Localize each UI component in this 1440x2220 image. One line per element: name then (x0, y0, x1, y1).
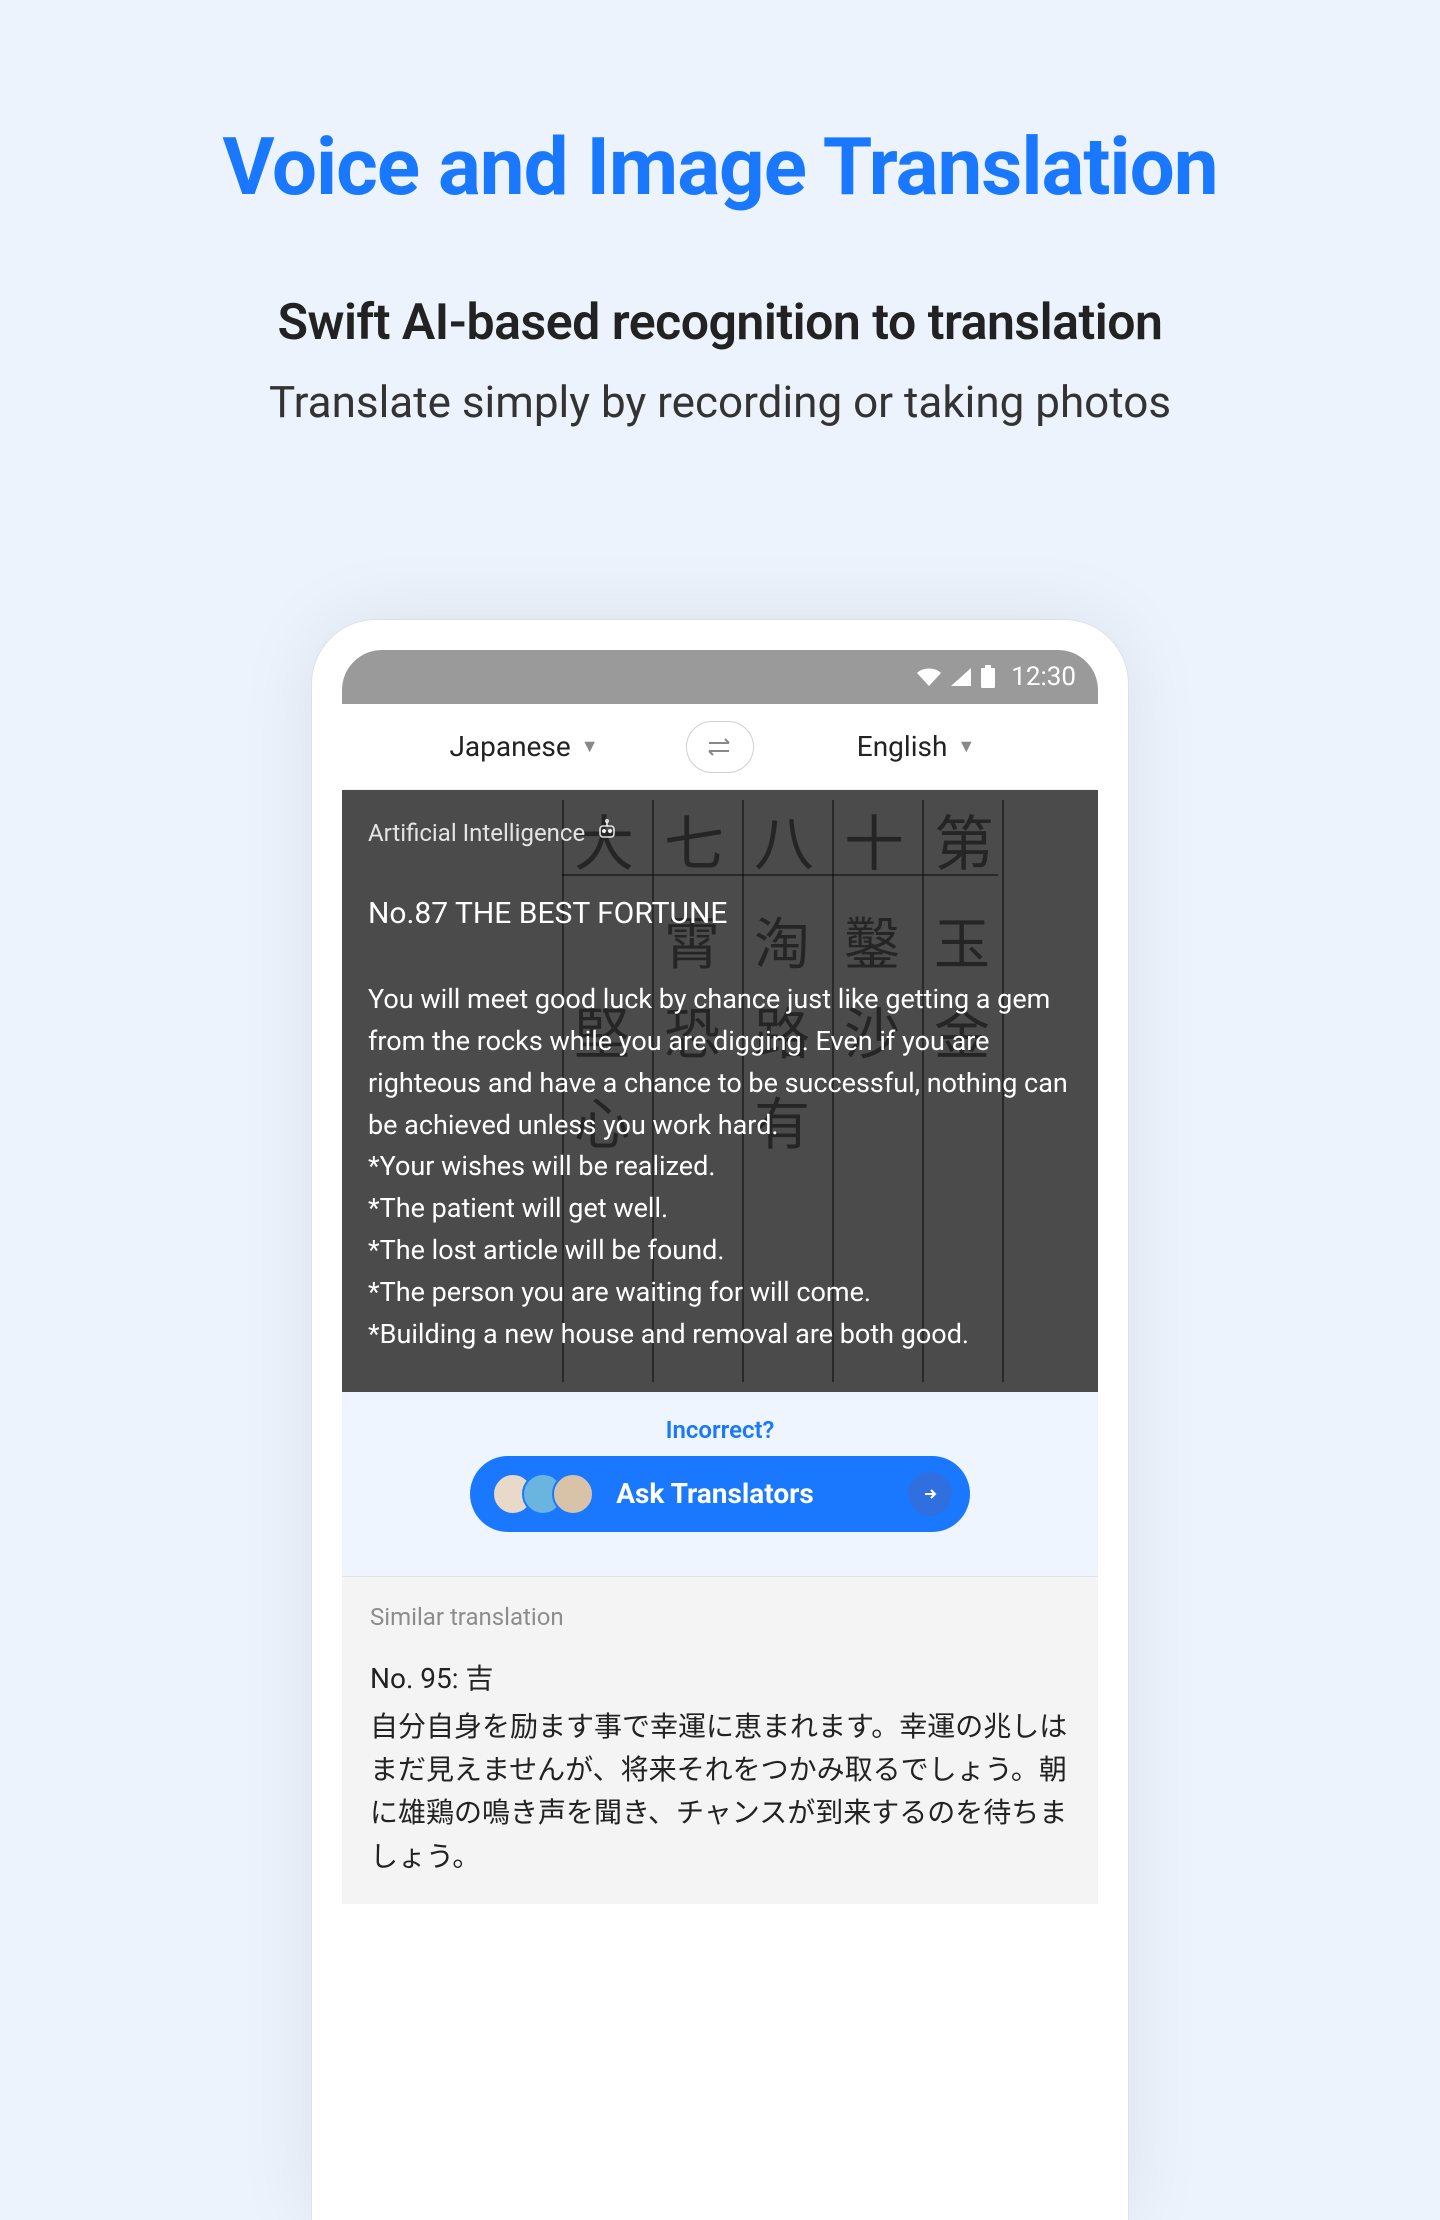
translator-avatars (492, 1473, 594, 1515)
similar-translation-section: Similar translation No. 95: 吉 自分自身を励ます事で… (342, 1576, 1098, 1905)
target-language-label: English (857, 730, 948, 763)
promo-subhead: Swift AI-based recognition to translatio… (0, 294, 1440, 352)
avatar (552, 1473, 594, 1515)
source-language-selector[interactable]: Japanese ▼ (362, 730, 686, 763)
similar-item-body: 自分自身を励ます事で幸運に恵まれます。幸運の兆しはまだ見えませんが、将来それをつ… (370, 1705, 1070, 1879)
ask-translators-label: Ask Translators (616, 1477, 814, 1510)
promo-title: Voice and Image Translation (0, 120, 1440, 214)
swap-icon (705, 736, 735, 758)
similar-item-title: No. 95: 吉 (370, 1657, 1070, 1697)
feedback-bar: Incorrect? Ask Translators (342, 1392, 1098, 1576)
swap-languages-button[interactable] (686, 721, 754, 773)
source-language-label: Japanese (449, 730, 570, 763)
status-time: 12:30 (1011, 662, 1076, 692)
robot-icon (595, 818, 619, 848)
wifi-icon (915, 666, 943, 688)
cellular-icon (949, 666, 973, 688)
status-bar: 12:30 (342, 650, 1098, 704)
battery-icon (979, 665, 997, 689)
translation-result-card: 第 十 八 七 大 玉 鑿 金 沙 淘 路 有 恐 霄 心 堅 (342, 790, 1098, 1392)
target-language-selector[interactable]: English ▼ (754, 730, 1078, 763)
arrow-right-icon (908, 1472, 952, 1516)
result-body: You will meet good luck by chance just l… (368, 979, 1072, 1356)
similar-section-label: Similar translation (370, 1603, 1070, 1631)
result-title: No.87 THE BEST FORTUNE (368, 896, 1072, 931)
ask-translators-button[interactable]: Ask Translators (470, 1456, 970, 1532)
caret-down-icon: ▼ (581, 736, 599, 757)
ai-label: Artificial Intelligence (368, 819, 585, 847)
incorrect-link[interactable]: Incorrect? (342, 1416, 1098, 1444)
language-bar: Japanese ▼ English ▼ (342, 704, 1098, 790)
promo-subhead2: Translate simply by recording or taking … (0, 376, 1440, 428)
caret-down-icon: ▼ (957, 736, 975, 757)
phone-mockup: 12:30 Japanese ▼ English ▼ (312, 620, 1128, 2220)
